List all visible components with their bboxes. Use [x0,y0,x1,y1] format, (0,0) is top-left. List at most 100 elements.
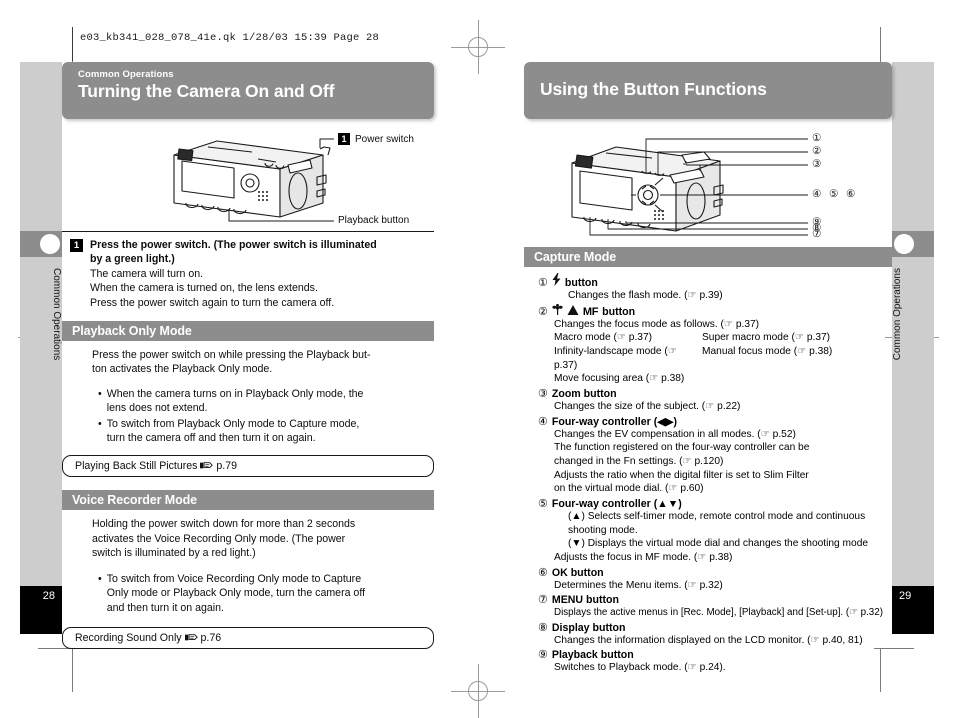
bullet-dot: • [98,572,102,585]
flash-icon [552,273,561,286]
item-4-desc-1: Changes the EV compensation in all modes… [554,428,796,440]
item-5-desc-3: (▼) Displays the virtual mode dial and c… [568,538,869,550]
item-8-label: Display button [551,621,626,634]
figure-callout-7: ⑦ [812,228,822,240]
item-2-mode-manual: Manual focus mode (☞ p.38) [702,346,833,358]
item-4-label: Four-way controller (◀▶) [551,415,678,428]
list-item: ⑥ OK button Determines the Menu items. (… [538,566,892,593]
voice-reference-box[interactable]: Recording Sound Only p.76 [62,626,434,649]
button-function-list: ① button Changes the flash mode. (☞ p.39… [524,273,892,675]
item-2-mode-infinity: Infinity-landscape mode (☞ p.37) [554,346,677,371]
left-step-bold-2: by a green light.) [90,253,175,266]
figure-callout-3: ③ [812,158,822,170]
item-4-number: ④ [538,415,548,428]
playback-bullet-1-line-2: lens does not extend. [106,402,208,415]
item-3-desc: Changes the size of the subject. (☞ p.22… [554,401,741,413]
item-7-desc: Displays the active menus in [Rec. Mode]… [554,607,883,619]
list-item: ⑤ Four-way controller (▲▼) (▲) Selects s… [538,497,892,565]
left-figure-power-label: Power switch [355,134,414,145]
list-item: ⑨ Playback button Switches to Playback m… [538,648,892,675]
left-side-tab: Common Operations [20,62,62,586]
print-file-header: e03_kb341_028_078_41e.qk 1/28/03 15:39 P… [80,32,380,44]
right-camera-figure: ① ② ③ ④ ⑤ ⑥ ⑨ ⑧ ⑦ [524,125,892,247]
voice-section-paragraph: Holding the power switch down for more t… [62,517,434,560]
landscape-mountain-icon [567,304,579,315]
item-3-label: Zoom button [551,388,617,401]
list-item: ⑦ MENU button Displays the active menus … [538,593,892,619]
list-item: • To switch from Voice Recording Only mo… [98,572,434,615]
item-5-label: Four-way controller (▲▼) [551,498,682,511]
voice-section-bullets: • To switch from Voice Recording Only mo… [62,572,434,615]
playback-section-bullets: • When the camera turns on in Playback O… [62,387,434,446]
voice-paragraph-line-3: switch is illuminated by a red light.) [92,547,256,560]
right-tab-marker [892,231,934,257]
item-5-number: ⑤ [538,498,548,511]
pointing-hand-icon [200,462,214,469]
item-7-number: ⑦ [538,594,548,607]
playback-reference-box[interactable]: Playing Back Still Pictures p.79 [62,455,434,478]
left-step-number: 1 [70,239,83,252]
right-banner-title: Using the Button Functions [540,79,767,99]
list-item: ④ Four-way controller (◀▶) Changes the E… [538,415,892,496]
figure-callout-4: ④ [812,188,822,200]
item-7-label: MENU button [551,594,619,607]
item-2-label: button [602,305,636,318]
playback-section-paragraph: Press the power switch on while pressing… [62,348,434,377]
left-step-1: 1 Press the power switch. (The power swi… [62,238,434,310]
list-item: ⑧ Display button Changes the information… [538,621,892,648]
item-2-mode-macro: Macro mode (☞ p.37) [554,332,653,344]
left-step-bold-1: Press the power switch. (The power switc… [90,239,377,251]
item-2-desc-after: Move focusing area (☞ p.38) [554,373,685,385]
left-step-line-2: When the camera is turned on, the lens e… [90,282,318,295]
figure-callout-2: ② [812,145,822,157]
item-9-number: ⑨ [538,649,548,662]
manual-focus-icon: MF [582,305,599,318]
left-banner-title: Turning the Camera On and Off [78,81,335,101]
item-1-number: ① [538,277,548,289]
item-3-number: ③ [538,388,548,401]
item-1-desc: Changes the flash mode. (☞ p.39) [568,290,723,301]
bullet-dot: • [98,387,102,400]
item-6-desc: Determines the Menu items. (☞ p.32) [554,579,723,591]
right-tab-dot [894,234,914,254]
figure-callout-6: ⑥ [846,188,856,200]
item-2-modes-row-1: Macro mode (☞ p.37) Super macro mode (☞ … [538,331,892,345]
left-tab-marker [20,231,62,257]
left-banner-subtitle: Common Operations [78,69,174,80]
camera-illustration-back [571,138,808,236]
macro-flower-icon [552,303,563,315]
left-tab-dot [40,234,60,254]
right-side-tab: Common Operations [892,62,934,586]
item-5-desc-4: Adjusts the focus in MF mode. (☞ p.38) [554,552,733,564]
item-2-desc: Changes the focus mode as follows. (☞ p.… [554,318,760,330]
playback-reference-text: Playing Back Still Pictures [75,460,198,473]
list-item: • To switch from Playback Only mode to C… [98,417,434,446]
voice-bullet-1-line-1: To switch from Voice Recording Only mode… [106,572,362,585]
item-6-label: OK button [551,566,604,579]
left-page-number: 28 [20,586,62,634]
playback-bullet-2-line-2: turn the camera off and then turn it on … [106,432,316,445]
pointing-hand-icon [184,634,198,641]
registration-mark-top [451,20,505,74]
voice-reference-page: p.76 [200,631,222,644]
list-item: ① button Changes the flash mode. (☞ p.39… [538,273,892,303]
voice-bullet-1-line-3: and then turn it on again. [106,601,224,614]
figure-callout-5: ⑤ [829,188,839,200]
playback-bullet-1-line-1: When the camera turns on in Playback Onl… [106,387,364,400]
voice-reference-text: Recording Sound Only [75,631,182,644]
playback-paragraph-line-1: Press the power switch on while pressing… [92,349,371,362]
left-camera-figure: 1 Power switch Playback button [62,129,434,227]
capture-mode-header: Capture Mode [524,247,892,267]
voice-paragraph-line-2: activates the Voice Recording Only mode.… [92,532,346,545]
voice-bullet-1-line-2: Only mode or Playback Only mode, turn th… [106,587,366,600]
playback-paragraph-line-2: ton activates the Playback Only mode. [92,363,273,376]
item-4-desc-4: Adjusts the ratio when the digital filte… [554,469,809,481]
playback-section-header: Playback Only Mode [62,321,434,342]
crop-line-bottom-left [72,648,73,692]
item-8-desc: Changes the information displayed on the… [554,634,863,646]
item-5-desc-2: shooting mode. [568,524,638,536]
right-page-number: 29 [892,586,934,634]
item-2-mode-super-macro: Super macro mode (☞ p.37) [702,332,831,344]
item-5-desc-1: (▲) Selects self-timer mode, remote cont… [568,511,866,523]
voice-section-header: Voice Recorder Mode [62,490,434,511]
